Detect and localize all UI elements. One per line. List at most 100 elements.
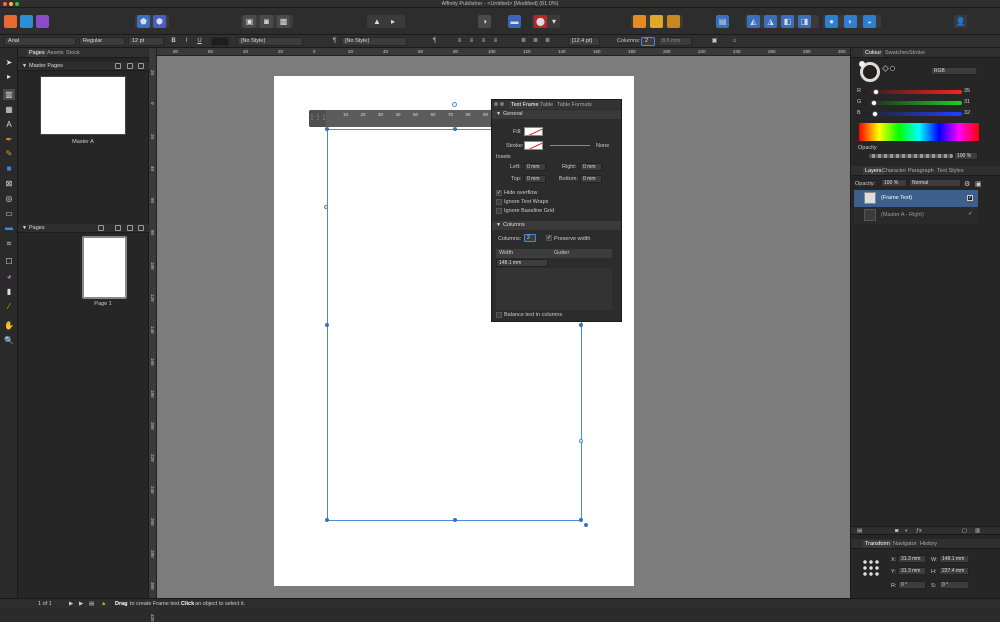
width-field[interactable]: 148.1 mm	[939, 555, 969, 563]
preflight-icon[interactable]: ⬟	[137, 15, 150, 28]
trash-icon[interactable]	[138, 63, 144, 69]
master-pages-header[interactable]: ▼ Master Pages	[18, 62, 149, 71]
bleed-view-icon[interactable]: ◙	[260, 15, 273, 28]
red-slider-knob[interactable]	[873, 89, 879, 95]
x-field[interactable]: 31.3 mm	[898, 555, 926, 563]
place-image-tool-icon[interactable]: ▬	[3, 222, 15, 233]
move-to-back-icon[interactable]	[633, 15, 646, 28]
font-weight-select[interactable]: Regular	[79, 37, 125, 46]
photo-persona-icon[interactable]	[36, 15, 49, 28]
fx-icon[interactable]: ƒx	[916, 528, 922, 534]
green-slider-knob[interactable]	[871, 100, 877, 106]
text-overflow-handle[interactable]	[584, 523, 588, 527]
handle-middle-left[interactable]	[325, 323, 329, 327]
top-inset-field[interactable]: 0 mm	[524, 175, 546, 183]
layer-lock-icon[interactable]: ▣	[975, 180, 982, 188]
font-size-select[interactable]: 12 pt	[128, 37, 164, 46]
ignore-grid-checkbox[interactable]	[496, 208, 502, 214]
tab-navigator[interactable]: Navigator	[893, 540, 917, 548]
align-right-icon[interactable]: ≡	[479, 37, 488, 46]
tab-history[interactable]: History	[920, 540, 937, 548]
tab-layers[interactable]: Layers	[863, 167, 884, 175]
rotation-handle[interactable]	[452, 102, 457, 107]
add-page-icon[interactable]	[115, 225, 121, 231]
mask-icon[interactable]: ◙	[895, 528, 898, 534]
table-tool-icon[interactable]: ▦	[3, 104, 15, 115]
transparency-tool-icon[interactable]: ☐	[3, 256, 15, 267]
tab-transform[interactable]: Transform	[863, 540, 892, 548]
handle-top-left[interactable]	[325, 127, 329, 131]
ignore-wraps-checkbox[interactable]	[496, 199, 502, 205]
master-visibility-check-icon[interactable]: ✓	[968, 211, 973, 217]
vertical-ruler[interactable]: 20 0 20 40 60 80 100 120 140 160 180 200 220 240 260 28…	[149, 48, 157, 622]
flip-vertical-icon[interactable]: ◮	[764, 15, 777, 28]
delete-layer-icon[interactable]: ▥	[975, 528, 980, 534]
blend-mode-select[interactable]: Normal	[909, 179, 961, 187]
add-master-icon[interactable]	[115, 63, 121, 69]
green-slider[interactable]	[862, 101, 962, 105]
text-flow-out-handle[interactable]	[579, 439, 583, 443]
intersect-shapes-icon[interactable]: ◒	[863, 15, 876, 28]
layer-row-frame-text[interactable]: (Frame Text) ✓	[854, 190, 978, 207]
column-width-field[interactable]: 148.1 mm	[496, 259, 548, 267]
tab-colour[interactable]: Colour	[863, 49, 884, 57]
artistic-text-tool-icon[interactable]: A	[3, 119, 15, 130]
general-section-header[interactable]: ▼ General	[492, 110, 621, 119]
frame-options-icon[interactable]: ⌂	[730, 37, 739, 46]
image-tool-icon[interactable]: ▭	[3, 208, 15, 219]
adjustment-icon[interactable]: ◐	[905, 528, 908, 534]
clip-view-icon[interactable]: ▩	[277, 15, 290, 28]
normal-view-icon[interactable]: ▣	[243, 15, 256, 28]
y-field[interactable]: 31.3 mm	[898, 567, 926, 575]
handle-bottom-left[interactable]	[325, 518, 329, 522]
duplicate-master-icon[interactable]	[127, 63, 133, 69]
shear-field[interactable]: 0 °	[939, 581, 969, 589]
move-tool-icon[interactable]: ➤	[3, 57, 15, 68]
vertical-center-icon[interactable]: ≣	[531, 37, 540, 46]
node-tool-icon[interactable]: ▸	[3, 71, 15, 82]
move-forward-icon[interactable]	[667, 15, 680, 28]
tab-assets[interactable]: Assets	[47, 49, 64, 57]
frame-settings-icon[interactable]: ▣	[710, 37, 719, 46]
columns-input[interactable]: 2	[641, 37, 655, 46]
tab-table[interactable]: Table	[540, 101, 553, 109]
balance-columns-checkbox[interactable]	[496, 312, 502, 318]
color-model-select[interactable]: RGB	[931, 67, 977, 75]
stroke-color-well[interactable]	[859, 61, 865, 67]
tab-stroke[interactable]: Stroke	[909, 49, 925, 57]
duplicate-page-icon[interactable]	[127, 225, 133, 231]
magnet-icon[interactable]: ⬤	[534, 15, 547, 28]
hide-overflow-checkbox[interactable]: ✓	[496, 190, 502, 196]
add-shapes-icon[interactable]: ●	[825, 15, 838, 28]
text-color-swatch[interactable]	[211, 37, 229, 46]
pilcrow-icon[interactable]: ¶	[430, 37, 439, 46]
layer-settings-icon[interactable]: ⚙	[964, 180, 970, 188]
play-icon[interactable]: ▶	[69, 601, 73, 607]
page-view-icon[interactable]: ▤	[89, 601, 94, 607]
handle-bottom-right[interactable]	[579, 518, 583, 522]
blue-slider-knob[interactable]	[872, 111, 878, 117]
vertical-align-icon[interactable]: ≣	[519, 37, 528, 46]
fill-bucket-tool-icon[interactable]: ▮	[3, 286, 15, 297]
tab-paragraph[interactable]: Paragraph	[908, 167, 934, 175]
stroke-swatch[interactable]	[524, 141, 543, 150]
handle-top-middle[interactable]	[453, 127, 457, 131]
close-panel-icon[interactable]	[494, 102, 498, 106]
next-spread-icon[interactable]: ▸	[389, 15, 397, 28]
rotate-left-icon[interactable]: ◧	[781, 15, 794, 28]
gutter-input[interactable]: 8.5 mm	[658, 37, 692, 46]
layer-visibility-checkbox[interactable]: ✓	[967, 195, 973, 201]
pencil-tool-icon[interactable]: ✎	[3, 148, 15, 159]
publisher-persona-icon[interactable]	[4, 15, 17, 28]
frame-ruler-grip[interactable]: ⋮⋮⋮	[309, 110, 327, 127]
color-picker-tool-icon[interactable]: ⁄	[3, 301, 15, 312]
bottom-inset-field[interactable]: 0 mm	[580, 175, 602, 183]
chevron-down-icon[interactable]: ▾	[550, 15, 558, 28]
delete-page-icon[interactable]	[138, 225, 144, 231]
notification-bell-icon[interactable]: ▲	[101, 601, 106, 607]
justify-icon[interactable]: ≡	[491, 37, 500, 46]
handle-bottom-middle[interactable]	[453, 518, 457, 522]
tab-text-styles[interactable]: Text Styles	[937, 167, 964, 175]
layer-stack-icon[interactable]: ▤	[857, 528, 862, 534]
ellipse-frame-tool-icon[interactable]: ◎	[3, 193, 15, 204]
